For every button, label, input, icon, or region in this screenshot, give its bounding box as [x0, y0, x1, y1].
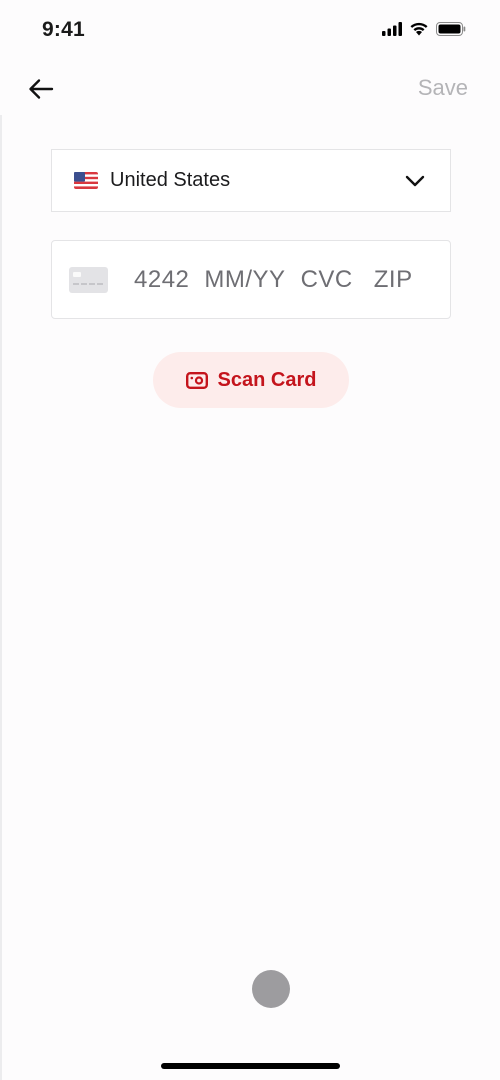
nav-bar: Save [0, 62, 500, 116]
save-button[interactable]: Save [418, 75, 468, 101]
battery-icon [436, 21, 466, 36]
scan-card-label: Scan Card [217, 368, 317, 391]
background-sheet-edge [0, 115, 2, 1080]
card-expiry-input[interactable]: MM/YY [204, 266, 285, 294]
country-select[interactable]: United States [51, 149, 451, 212]
touch-indicator [252, 970, 290, 1008]
card-input-field[interactable]: 4242 MM/YY CVC ZIP [51, 240, 451, 319]
country-selected-value: United States [110, 169, 231, 191]
home-indicator[interactable] [161, 1063, 340, 1069]
arrow-left-icon [29, 79, 54, 99]
card-cvc-input[interactable]: CVC [301, 266, 353, 294]
back-button[interactable] [26, 74, 56, 104]
status-time: 9:41 [42, 18, 85, 41]
card-number-input[interactable]: 4242 [134, 266, 189, 294]
wifi-icon [410, 22, 428, 36]
card-zip-input[interactable]: ZIP [374, 266, 413, 294]
scan-card-button[interactable]: Scan Card [153, 352, 349, 408]
status-bar: 9:41 [0, 0, 500, 60]
status-icons [382, 21, 466, 36]
chevron-down-icon [404, 170, 426, 192]
camera-icon [185, 371, 208, 389]
credit-card-icon [69, 266, 108, 293]
cellular-signal-icon [382, 21, 402, 36]
us-flag-icon [74, 172, 98, 189]
